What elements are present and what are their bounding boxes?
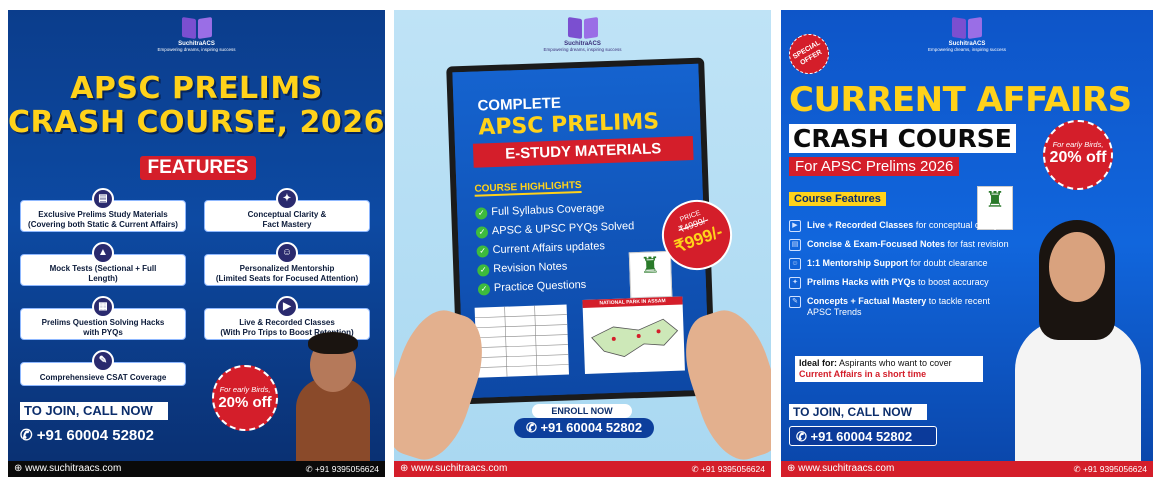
book-logo-icon (567, 16, 598, 40)
poster-apsc-prelims-crash-course[interactable]: SuchitraACS Empowering dreams, inspiring… (8, 10, 385, 477)
study-table-thumbnail (474, 304, 570, 378)
book-logo-icon (181, 16, 212, 40)
for-apsc-label: For APSC Prelims 2026 (789, 157, 960, 176)
notes-icon: ▤ (789, 239, 801, 251)
phone-icon: ✆ (305, 464, 315, 474)
csat-icon: ✎ (92, 350, 114, 372)
list-item: ✓ Practice Questions (477, 274, 637, 299)
poster-title: APSC PRELIMS CRASH COURSE, 2026 (8, 71, 385, 140)
phone-icon: ✆ (20, 427, 37, 444)
concepts-icon: ✎ (789, 296, 801, 308)
feature-card: ▦ Prelims Question Solving Hacks with PY… (20, 296, 186, 340)
brand-tagline: Empowering dreams, inspiring success (927, 47, 1007, 52)
join-label: TO JOIN, CALL NOW (789, 404, 927, 420)
phone-icon: ✆ (1073, 464, 1083, 474)
feature-card: ✎ Comprehensieve CSAT Coverage (20, 350, 186, 386)
check-icon: ✓ (475, 226, 489, 239)
footer-phone[interactable]: ✆ +91 9395056624 (691, 461, 765, 477)
globe-icon: ⊕ (14, 463, 26, 474)
feature-card: ▤ Exclusive Prelims Study Materials (Cov… (20, 188, 186, 232)
bulb-icon: ✦ (276, 188, 298, 210)
student-photo (286, 330, 376, 468)
complete-label: COMPLETE (477, 94, 562, 115)
enroll-now-button[interactable]: ENROLL NOW (532, 404, 632, 418)
poster-e-study-materials[interactable]: SuchitraACS Empowering dreams, inspiring… (394, 10, 771, 477)
highlights-list: ✓ Full Syllabus Coverage ✓ APSC & UPSC PYQ… (475, 198, 637, 298)
hacks-icon: ✦ (789, 277, 801, 289)
assam-map-thumbnail: NATIONAL PARK IN ASSAM (582, 296, 685, 374)
footer-phone[interactable]: ✆ +91 9395056624 (305, 461, 379, 477)
list-item: ✦ Prelims Hacks with PYQs to boost accura… (789, 277, 1009, 289)
highlights-heading: COURSE HIGHLIGHTS (474, 179, 582, 197)
phone-icon: ✆ (525, 420, 541, 435)
feature-card: ✦ Conceptual Clarity & Fact Mastery (204, 188, 370, 232)
check-icon: ✓ (477, 264, 490, 277)
brand-tagline: Empowering dreams, inspiring success (543, 47, 622, 52)
e-study-banner: E-STUDY MATERIALS (472, 136, 694, 168)
website-link[interactable]: ⊕ www.suchitraacs.com (400, 461, 507, 477)
website-link[interactable]: ⊕ www.suchitraacs.com (14, 461, 121, 477)
video-class-icon: ▶ (276, 296, 298, 318)
poster-title: CURRENT AFFAIRS (789, 80, 1132, 120)
mentor-icon: ☺ (789, 258, 801, 270)
mentor-icon: ☺ (276, 242, 298, 264)
brand-logo: SuchitraACS Empowering dreams, inspiring… (543, 16, 622, 52)
notebook-icon: ▦ (92, 296, 114, 318)
book-icon: ▤ (92, 188, 114, 210)
footer-bar: ⊕ www.suchitraacs.com ✆ +91 9395056624 (781, 461, 1153, 477)
video-icon: ▶ (789, 220, 801, 232)
check-icon: ✓ (475, 207, 488, 220)
phone-icon: ✆ (796, 429, 811, 444)
phone-icon: ✆ (691, 464, 701, 474)
early-bird-badge: For early Birds, 20% off (212, 365, 278, 431)
globe-icon: ⊕ (400, 463, 412, 474)
brand-logo: SuchitraACS Empowering dreams, inspiring… (928, 16, 1006, 52)
list-item: ▶ Live + Recorded Classes for conceptual … (789, 220, 1009, 232)
apsc-title: APSC PRELIMS (477, 109, 660, 141)
phone-number[interactable]: ✆ +91 60004 52802 (20, 426, 154, 444)
student-photo (1001, 210, 1151, 470)
poster-current-affairs-crash-course[interactable]: SuchitraACS Empowering dreams, inspiring… (781, 10, 1153, 477)
phone-number[interactable]: ✆ +91 60004 52802 (789, 426, 937, 446)
book-logo-icon (951, 16, 982, 40)
feature-card: ☺ Personalized Mentorship (Limited Seats… (204, 242, 370, 286)
footer-bar: ⊕ www.suchitraacs.com ✆ +91 9395056624 (8, 461, 385, 477)
brand-logo: SuchitraACS Empowering dreams, inspiring… (157, 16, 236, 52)
footer-phone[interactable]: ✆ +91 9395056624 (1073, 461, 1147, 477)
join-label: TO JOIN, CALL NOW (20, 402, 168, 420)
map-icon (591, 318, 679, 357)
globe-icon: ⊕ (787, 463, 799, 474)
assam-emblem-icon: ♜ (628, 250, 673, 299)
list-item: ☺ 1:1 Mentorship Support for doubt cleara… (789, 258, 1009, 270)
feature-card: ▲ Mock Tests (Sectional + Full Length) (20, 242, 186, 286)
course-features-heading: Course Features (789, 192, 886, 206)
phone-number[interactable]: ✆ +91 60004 52802 (514, 418, 654, 438)
website-link[interactable]: ⊕ www.suchitraacs.com (787, 461, 894, 477)
brand-tagline: Empowering dreams, inspiring success (157, 47, 236, 52)
ideal-for-box: Ideal for: Aspirants who want to cover C… (795, 356, 983, 382)
special-offer-badge: SPECIAL OFFER (781, 26, 837, 82)
table-grid-icon (474, 305, 569, 377)
features-list: ▶ Live + Recorded Classes for conceptual … (789, 220, 1009, 326)
footer-bar: ⊕ www.suchitraacs.com ✆ +91 9395056624 (394, 461, 771, 477)
list-item: ✎ Concepts + Factual Mastery to tackle re… (789, 296, 1009, 318)
check-icon: ✓ (477, 283, 491, 296)
graduation-cap-icon: ▲ (92, 242, 114, 264)
check-icon: ✓ (476, 245, 489, 258)
features-heading: FEATURES (140, 156, 256, 180)
list-item: ▤ Concise & Exam-Focused Notes for fast r… (789, 239, 1009, 251)
crash-course-label: CRASH COURSE (789, 124, 1016, 153)
early-bird-badge: For early Birds, 20% off (1043, 120, 1113, 190)
